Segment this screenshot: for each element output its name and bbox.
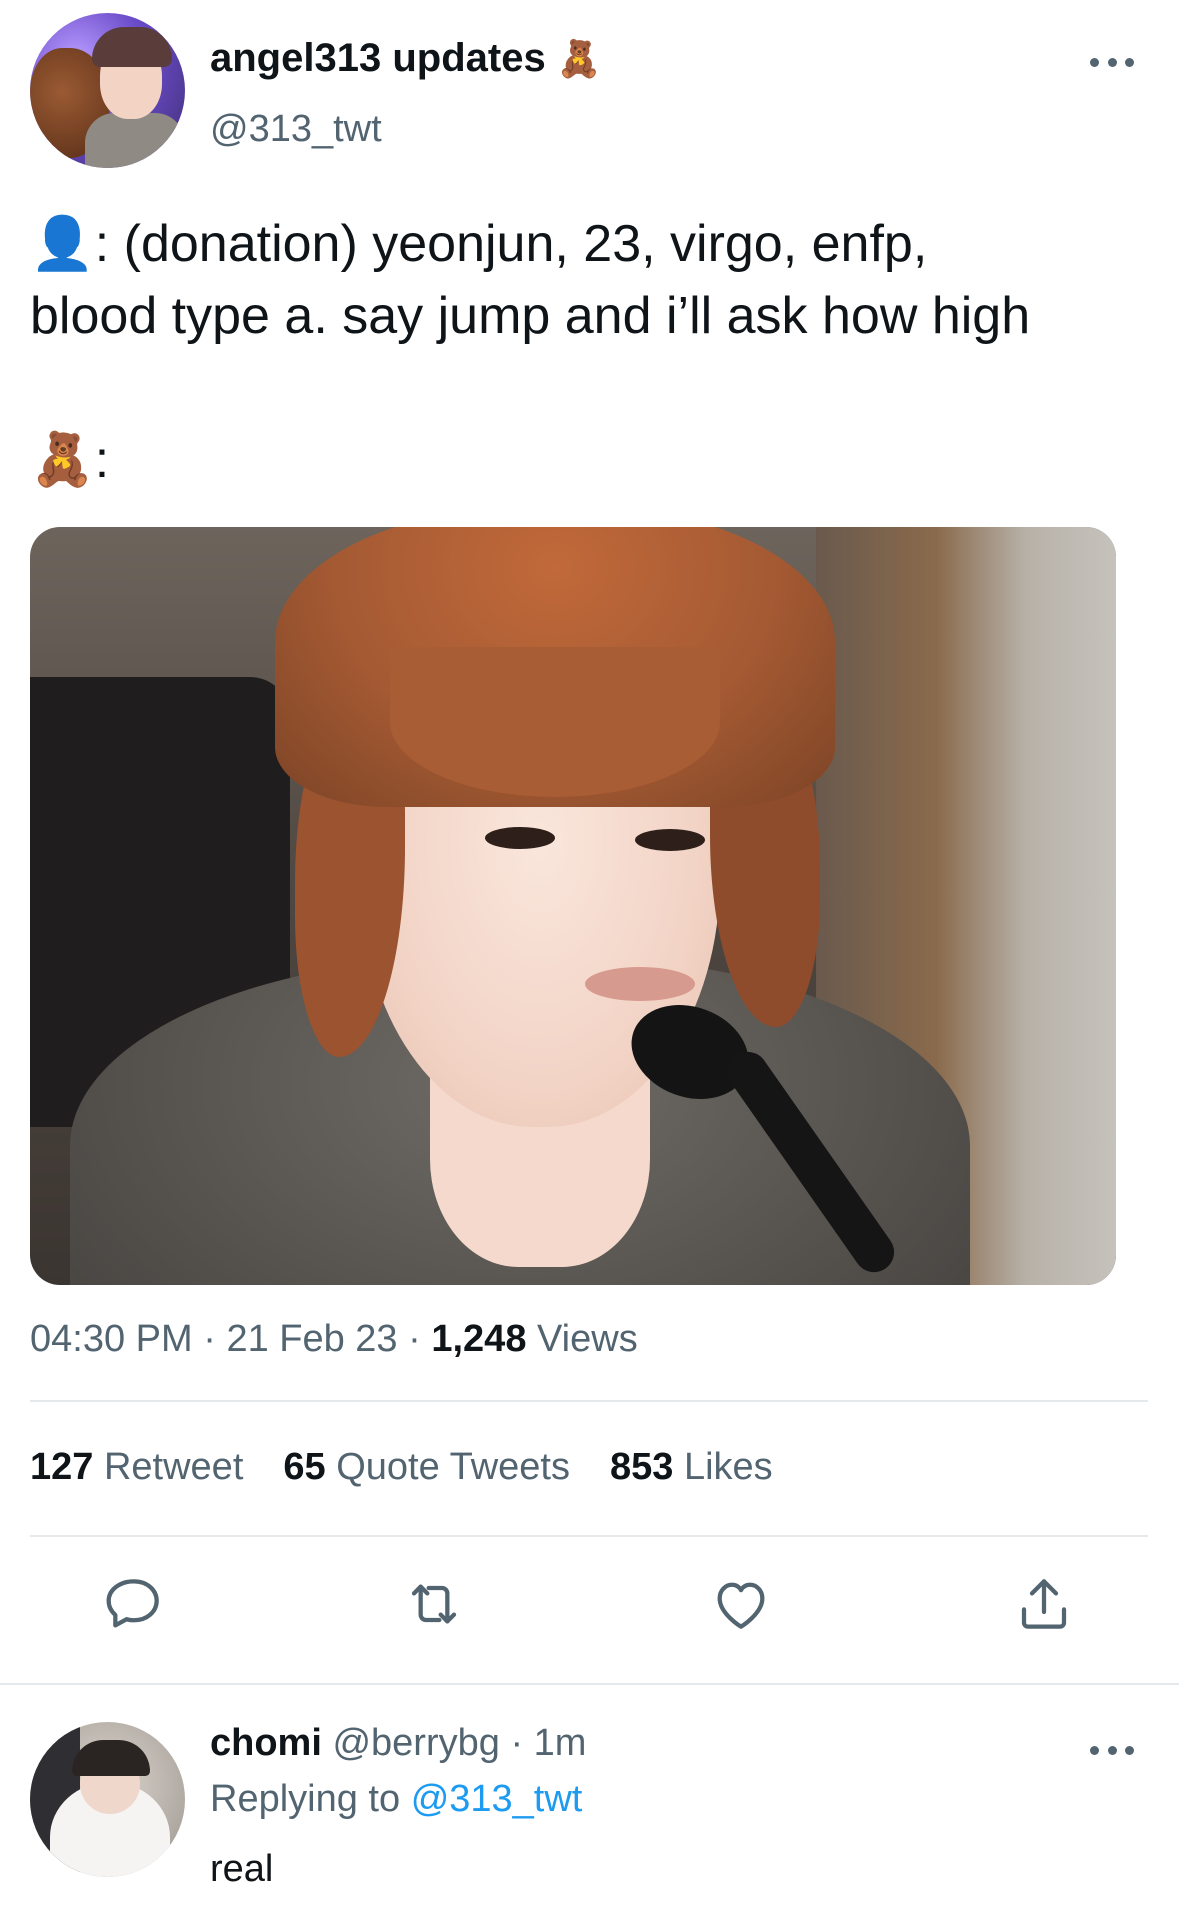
views-count: 1,248: [431, 1318, 527, 1360]
meta-separator: ·: [408, 1318, 421, 1360]
more-options-icon[interactable]: [1090, 55, 1134, 69]
replying-to-link[interactable]: @313_twt: [411, 1778, 583, 1820]
share-icon[interactable]: [1012, 1572, 1076, 1636]
reply-author-handle[interactable]: @berrybg: [332, 1722, 499, 1764]
meta-separator: ·: [203, 1318, 216, 1360]
reply-time[interactable]: 1m: [534, 1722, 587, 1764]
tweet-time[interactable]: 04:30 PM: [30, 1318, 193, 1360]
author-name-text: angel313 updates: [210, 36, 546, 80]
reply-author-avatar[interactable]: [30, 1722, 185, 1877]
tweet-text-line: 👤: (donation) yeonjun, 23, virgo, enfp,: [30, 215, 928, 273]
teddy-bear-emoji: 🧸: [556, 38, 602, 79]
views-label: Views: [537, 1318, 638, 1360]
quotes-count: 65: [283, 1446, 326, 1488]
quotes-label: Quote Tweets: [336, 1446, 570, 1488]
tweet-photo[interactable]: [30, 527, 1116, 1285]
likes-stat[interactable]: 853 Likes: [610, 1446, 773, 1489]
author-avatar[interactable]: [30, 13, 185, 168]
tweet-text: 👤: (donation) yeonjun, 23, virgo, enfp, …: [30, 208, 1150, 496]
reply-separator: ·: [510, 1722, 524, 1764]
like-icon[interactable]: [709, 1572, 773, 1636]
reply-author-name[interactable]: chomi: [210, 1722, 322, 1764]
author-display-name[interactable]: angel313 updates 🧸: [210, 36, 602, 81]
retweets-count: 127: [30, 1446, 94, 1488]
quotes-stat[interactable]: 65 Quote Tweets: [283, 1446, 570, 1489]
divider: [0, 1683, 1179, 1685]
author-handle[interactable]: @313_twt: [210, 108, 382, 151]
retweets-stat[interactable]: 127 Retweet: [30, 1446, 243, 1489]
reply-text: real: [210, 1848, 274, 1890]
tweet-text-line: 🧸:: [30, 431, 110, 489]
replying-prefix: Replying to: [210, 1778, 401, 1820]
retweets-label: Retweet: [103, 1446, 244, 1488]
reply-header: chomi @berrybg · 1m: [210, 1722, 586, 1765]
tweet-text-line: blood type a. say jump and i’ll ask how …: [30, 287, 1031, 345]
engagement-stats: 127 Retweet 65 Quote Tweets 853 Likes: [30, 1446, 773, 1489]
replying-to: Replying to @313_twt: [210, 1778, 582, 1821]
tweet-meta: 04:30 PM · 21 Feb 23 · 1,248 Views: [30, 1318, 638, 1361]
retweet-icon[interactable]: [402, 1572, 466, 1636]
likes-count: 853: [610, 1446, 674, 1488]
reply-more-options-icon[interactable]: [1090, 1743, 1134, 1757]
tweet-date[interactable]: 21 Feb 23: [226, 1318, 397, 1360]
divider: [30, 1400, 1148, 1402]
likes-label: Likes: [683, 1446, 773, 1488]
divider: [30, 1535, 1148, 1537]
reply-icon[interactable]: [102, 1572, 166, 1636]
